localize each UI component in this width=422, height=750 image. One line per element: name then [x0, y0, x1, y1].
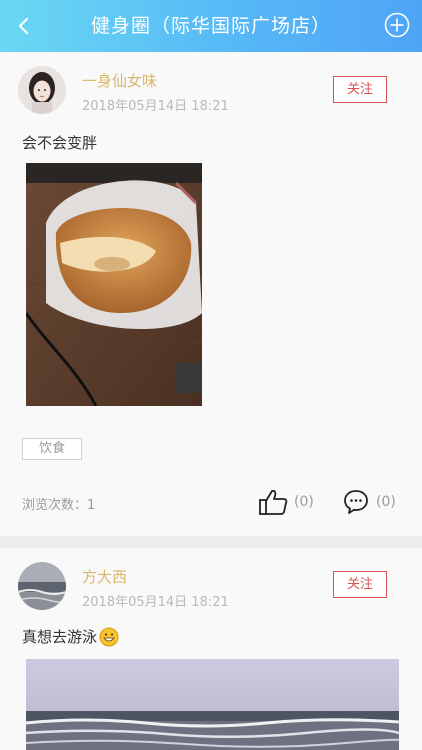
avatar[interactable] [18, 66, 66, 114]
bread-photo [26, 163, 202, 406]
like-button[interactable]: (0) [258, 488, 314, 516]
follow-button[interactable]: 关注 [333, 571, 387, 598]
avatar-image [18, 66, 66, 114]
comment-count: (0) [376, 494, 396, 510]
post-card: 方大西 2018年05月14日 18:21 关注 真想去游泳 [0, 548, 422, 750]
like-count: (0) [294, 494, 314, 510]
comment-button[interactable]: (0) [342, 488, 396, 516]
post-time: 2018年05月14日 18:21 [82, 595, 229, 610]
plus-circle-icon [384, 12, 410, 38]
follow-button[interactable]: 关注 [333, 76, 387, 103]
page-title: 健身圈（际华国际广场店） [90, 15, 331, 37]
post-time: 2018年05月14日 18:21 [82, 99, 229, 114]
username[interactable]: 方大西 [82, 566, 127, 587]
post-card: 一身仙女味 2018年05月14日 18:21 关注 会不会变胖 饮食 浏览次数… [0, 52, 422, 536]
post-content: 真想去游泳 [22, 628, 98, 646]
username[interactable]: 一身仙女味 [82, 70, 157, 91]
add-post-button[interactable] [384, 12, 410, 38]
avatar-image [18, 562, 66, 610]
avatar[interactable] [18, 562, 66, 610]
sea-photo [26, 659, 399, 750]
post-photo[interactable] [26, 659, 399, 750]
post-content: 会不会变胖 [22, 134, 98, 152]
post-content-row: 真想去游泳 [22, 626, 119, 647]
top-bar: 健身圈（际华国际广场店） [0, 0, 422, 52]
back-button[interactable] [8, 10, 40, 42]
grinning-emoji-icon [99, 627, 119, 646]
thumbs-up-icon [259, 489, 288, 515]
comment-bubble-icon [344, 490, 368, 514]
divider [0, 536, 422, 548]
post-photo[interactable] [26, 163, 202, 406]
post-tag[interactable]: 饮食 [22, 438, 82, 460]
chevron-left-icon [18, 17, 29, 35]
view-count: 浏览次数：1 [22, 498, 96, 513]
